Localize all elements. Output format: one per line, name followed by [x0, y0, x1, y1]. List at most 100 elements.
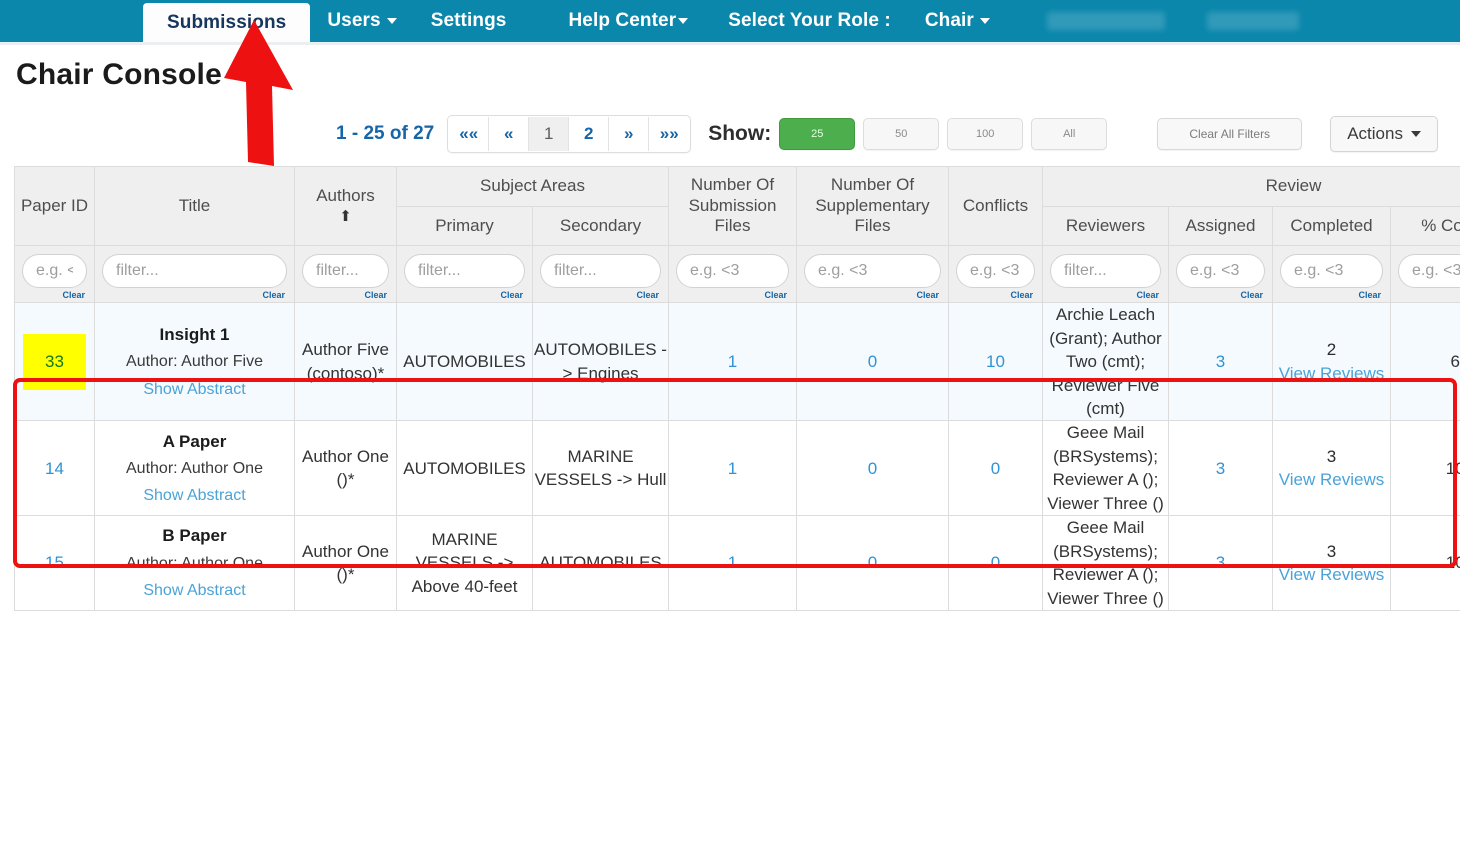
clear-filter-link-assigned[interactable]: Clear — [1176, 290, 1265, 300]
grid-toolbar: 1 - 25 of 27 «««12»»» Show: 2550100All C… — [0, 108, 1460, 160]
col-header-primary[interactable]: Primary — [397, 206, 533, 246]
cell-paper-id[interactable]: 14 — [15, 421, 95, 516]
nav-tab-settings[interactable]: Settings — [414, 0, 524, 42]
cell-assigned[interactable]: 3 — [1169, 516, 1273, 611]
submissions-grid-scroll[interactable]: Paper IDTitleAuthors⬆Subject AreasNumber… — [14, 166, 1460, 846]
paper-title: B Paper — [95, 524, 294, 547]
clear-filter-link-title[interactable]: Clear — [102, 290, 287, 300]
cell-num-submission-files[interactable]: 1 — [669, 303, 797, 421]
filter-input-completed[interactable] — [1280, 254, 1383, 288]
paper-author-line: Author: Author One — [95, 553, 294, 575]
col-header-paper_id[interactable]: Paper ID — [15, 167, 95, 246]
filter-input-conflicts[interactable] — [956, 254, 1035, 288]
show-abstract-link[interactable]: Show Abstract — [95, 379, 294, 401]
pagination-controls[interactable]: «««12»»» — [447, 115, 691, 153]
clear-filter-link-num_sub[interactable]: Clear — [676, 290, 789, 300]
col-header-authors[interactable]: Authors⬆ — [295, 167, 397, 246]
filter-cell-secondary: Clear — [533, 246, 669, 303]
nav-tab-submissions[interactable]: Submissions — [143, 3, 310, 42]
filter-input-authors[interactable] — [302, 254, 389, 288]
cell-paper-id[interactable]: 15 — [15, 516, 95, 611]
completed-count: 3 — [1273, 540, 1390, 563]
view-reviews-link[interactable]: View Reviews — [1273, 362, 1390, 385]
clear-filter-link-reviewers[interactable]: Clear — [1050, 290, 1161, 300]
col-header-num_supp[interactable]: Number Of Supplementary Files — [797, 167, 949, 246]
show-abstract-link[interactable]: Show Abstract — [95, 485, 294, 507]
cell-conflicts[interactable]: 10 — [949, 303, 1043, 421]
clear-all-filters-button[interactable]: Clear All Filters — [1157, 118, 1302, 150]
cell-assigned[interactable]: 3 — [1169, 303, 1273, 421]
actions-button[interactable]: Actions — [1330, 116, 1438, 152]
page-size-button-25[interactable]: 25 — [779, 118, 855, 150]
col-header-title[interactable]: Title — [95, 167, 295, 246]
view-reviews-link[interactable]: View Reviews — [1273, 563, 1390, 586]
col-header-secondary[interactable]: Secondary — [533, 206, 669, 246]
col-header-conflicts[interactable]: Conflicts — [949, 167, 1043, 246]
filter-input-secondary[interactable] — [540, 254, 661, 288]
col-header-label: Secondary — [560, 216, 641, 235]
cell-num-supplementary-files[interactable]: 0 — [797, 516, 949, 611]
clear-filter-link-pct[interactable]: Clear — [1398, 290, 1460, 300]
page-size-button-all[interactable]: All — [1031, 118, 1107, 150]
cell-percent-complete: 100% — [1391, 516, 1460, 611]
page-size-button-100[interactable]: 100 — [947, 118, 1023, 150]
table-row[interactable]: 33Insight 1Author: Author FiveShow Abstr… — [15, 303, 1460, 421]
cell-completed[interactable]: 2View Reviews — [1273, 303, 1391, 421]
cell-conflicts[interactable]: 0 — [949, 516, 1043, 611]
col-header-label: Number Of Submission Files — [689, 175, 777, 235]
view-reviews-link[interactable]: View Reviews — [1273, 468, 1390, 491]
chevron-down-icon — [1411, 131, 1421, 137]
header-row-groups: Paper IDTitleAuthors⬆Subject AreasNumber… — [15, 167, 1460, 207]
filter-cell-num_sub: Clear — [669, 246, 797, 303]
col-header-pct[interactable]: % Complete — [1391, 206, 1460, 246]
page-size-button-50[interactable]: 50 — [863, 118, 939, 150]
nav-help-center-label: Help Center — [568, 10, 676, 32]
clear-filter-link-authors[interactable]: Clear — [302, 290, 389, 300]
role-selector-label: Chair — [925, 10, 974, 32]
nav-help-center[interactable]: Help Center — [551, 0, 705, 42]
actions-button-label: Actions — [1347, 124, 1403, 144]
show-abstract-link[interactable]: Show Abstract — [95, 580, 294, 602]
pagination-button-2[interactable]: 1 — [529, 117, 569, 151]
col-header-completed[interactable]: Completed — [1273, 206, 1391, 246]
role-selector-chair[interactable]: Chair — [908, 0, 1007, 42]
filter-input-title[interactable] — [102, 254, 287, 288]
filter-input-reviewers[interactable] — [1050, 254, 1161, 288]
pagination-button-0[interactable]: «« — [449, 117, 489, 151]
clear-filter-link-conflicts[interactable]: Clear — [956, 290, 1035, 300]
filter-input-num_supp[interactable] — [804, 254, 941, 288]
cell-completed[interactable]: 3View Reviews — [1273, 421, 1391, 516]
table-row[interactable]: 15B Paper Author: Author One Show Abstract… — [15, 516, 1460, 611]
clear-filter-link-secondary[interactable]: Clear — [540, 290, 661, 300]
cell-num-supplementary-files[interactable]: 0 — [797, 421, 949, 516]
clear-filter-link-completed[interactable]: Clear — [1280, 290, 1383, 300]
filter-input-assigned[interactable] — [1176, 254, 1265, 288]
clear-filter-link-paper_id[interactable]: Clear — [22, 290, 87, 300]
cell-paper-id[interactable]: 33 — [15, 303, 95, 421]
pagination-button-4[interactable]: » — [609, 117, 649, 151]
cell-num-supplementary-files[interactable]: 0 — [797, 303, 949, 421]
filter-input-num_sub[interactable] — [676, 254, 789, 288]
pagination-button-5[interactable]: »» — [649, 117, 689, 151]
table-row[interactable]: 14A PaperAuthor: Author OneShow Abstract… — [15, 421, 1460, 516]
filter-cell-title: Clear — [95, 246, 295, 303]
nav-tab-users[interactable]: Users — [310, 0, 413, 42]
cell-primary-subject: AUTOMOBILES — [397, 303, 533, 421]
cell-num-submission-files[interactable]: 1 — [669, 421, 797, 516]
clear-filter-link-primary[interactable]: Clear — [404, 290, 525, 300]
pagination-button-1[interactable]: « — [489, 117, 529, 151]
col-header-num_sub[interactable]: Number Of Submission Files — [669, 167, 797, 246]
cell-conflicts[interactable]: 0 — [949, 421, 1043, 516]
filter-input-pct[interactable] — [1398, 254, 1460, 288]
cell-assigned[interactable]: 3 — [1169, 421, 1273, 516]
pagination-button-3[interactable]: 2 — [569, 117, 609, 151]
filter-input-primary[interactable] — [404, 254, 525, 288]
col-header-reviewers[interactable]: Reviewers — [1043, 206, 1169, 246]
cell-num-supplementary-files-value: 0 — [868, 352, 877, 371]
clear-filter-link-num_supp[interactable]: Clear — [804, 290, 941, 300]
filter-input-paper_id[interactable] — [22, 254, 87, 288]
col-header-label: Assigned — [1186, 216, 1256, 235]
col-header-assigned[interactable]: Assigned — [1169, 206, 1273, 246]
cell-num-submission-files[interactable]: 1 — [669, 516, 797, 611]
cell-completed[interactable]: 3View Reviews — [1273, 516, 1391, 611]
